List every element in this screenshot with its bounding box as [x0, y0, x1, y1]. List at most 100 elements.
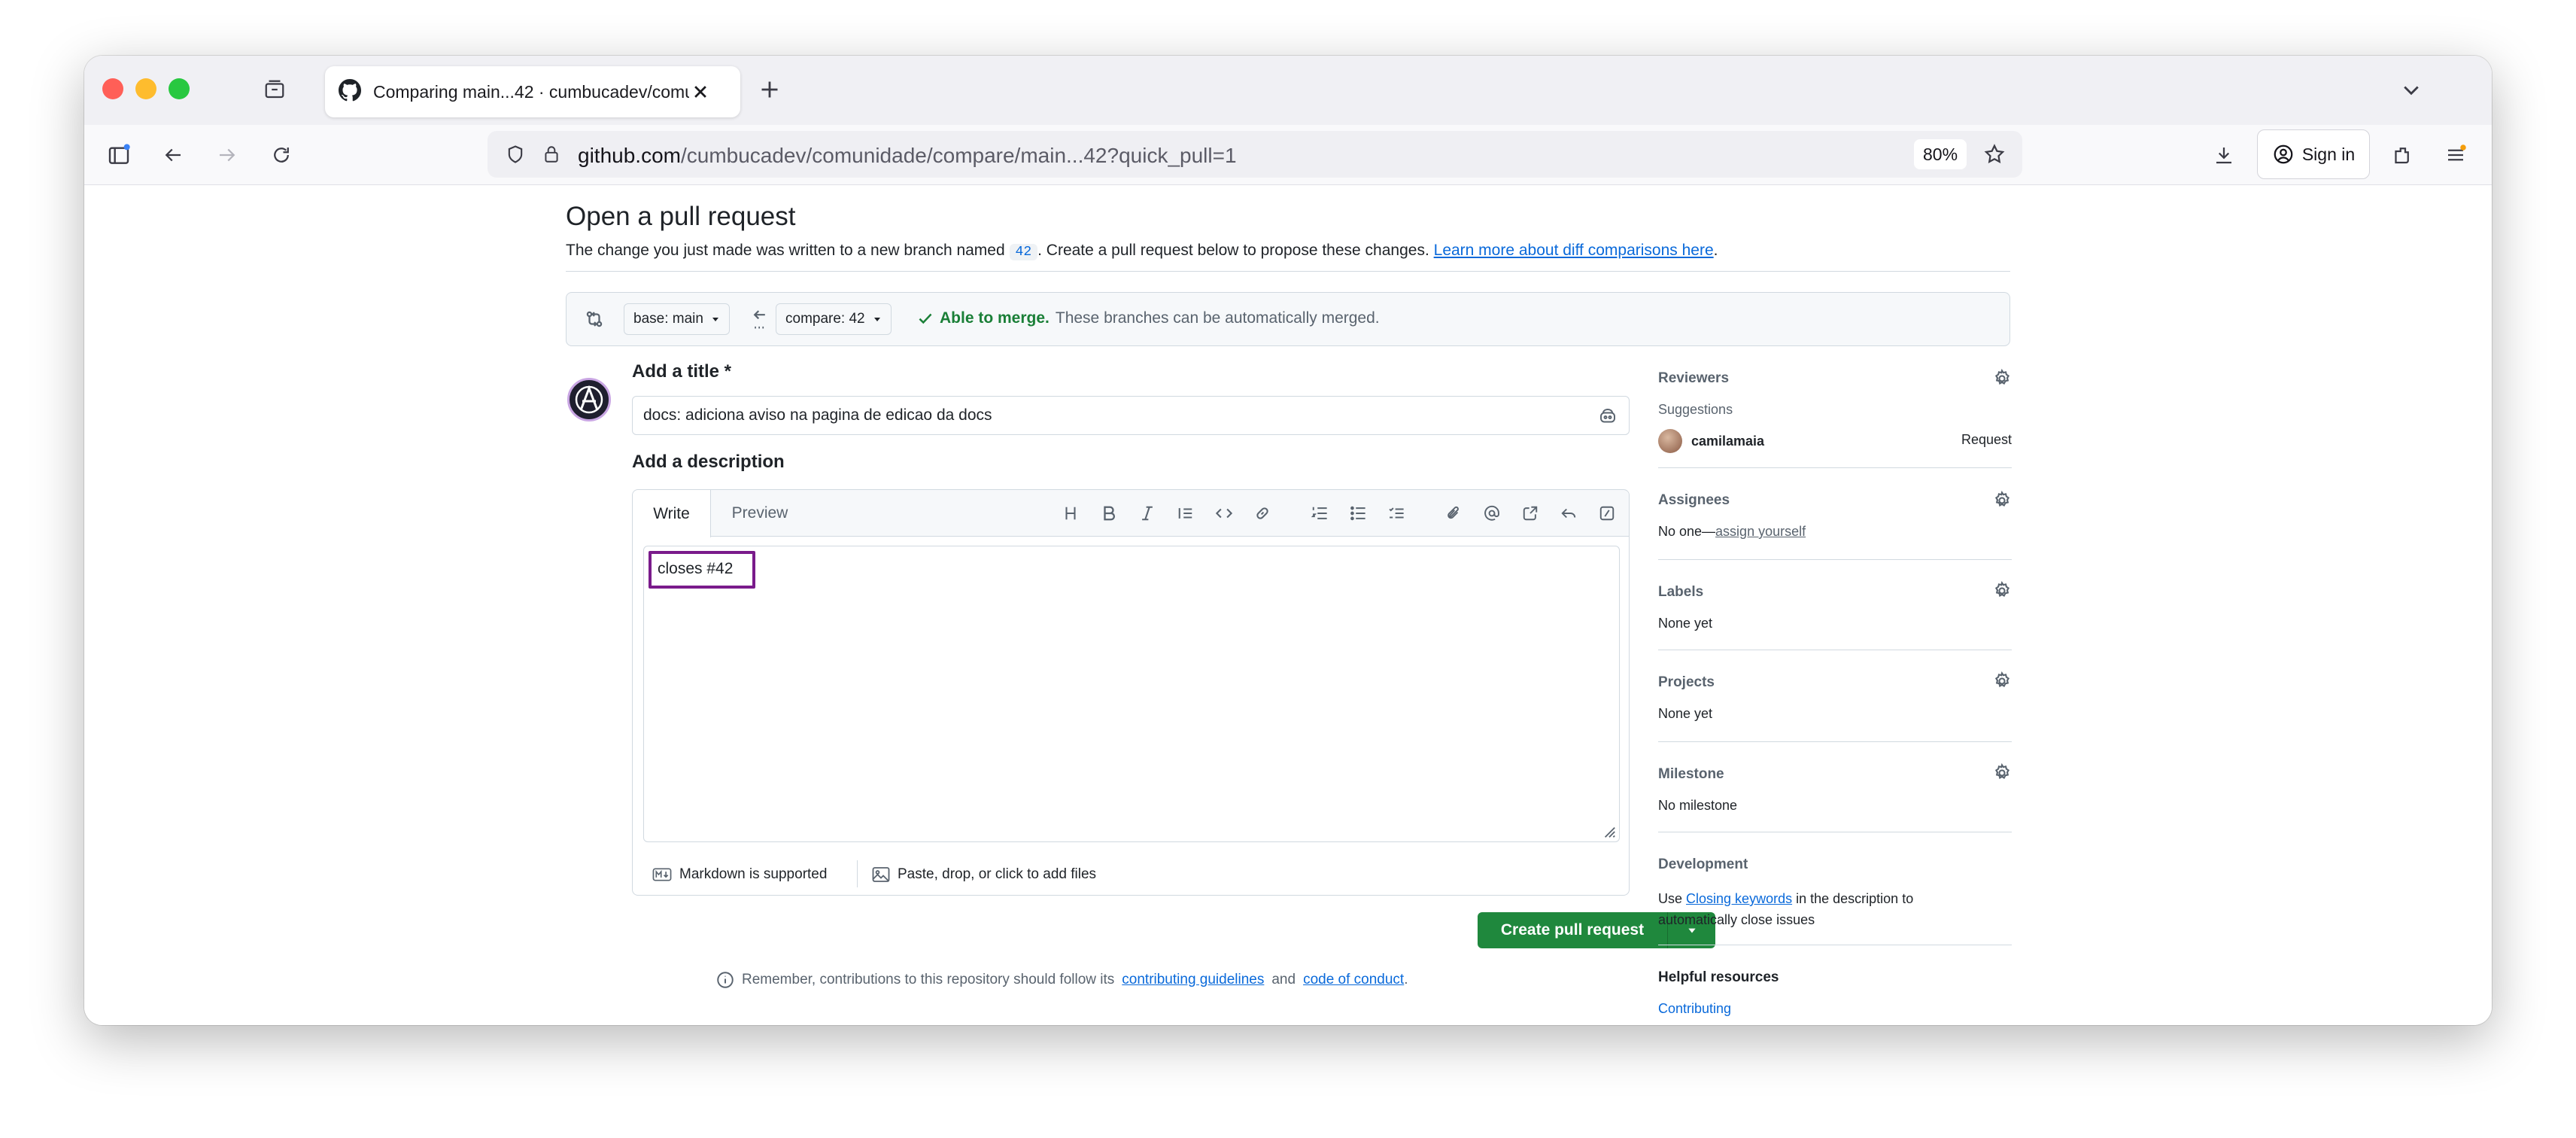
description-text: closes #42 [649, 551, 755, 589]
url-path: /cumbucadev/comunidade/compare/main...42… [680, 144, 1237, 167]
attach-files[interactable]: Paste, drop, or click to add files [872, 866, 1096, 883]
sidebar-icon[interactable] [105, 141, 132, 169]
back-arrow-icon[interactable] [159, 141, 187, 169]
minimize-window-button[interactable] [135, 78, 156, 99]
markdown-icon [652, 868, 672, 881]
new-tab-icon[interactable] [757, 77, 782, 102]
learn-more-link[interactable]: Learn more about diff comparisons here [1434, 242, 1714, 259]
development-title: Development [1658, 857, 1748, 872]
tab-write[interactable]: Write [633, 490, 711, 537]
reminder-end: . [1404, 972, 1408, 987]
subtitle-end: . [1713, 242, 1718, 259]
page-subtitle: The change you just made was written to … [566, 242, 1718, 260]
italic-icon[interactable] [1136, 502, 1159, 525]
caret-down-icon [873, 318, 880, 321]
compare-bar: base: main compare: 42 Able to merge. Th… [566, 292, 2010, 346]
close-tab-icon[interactable] [689, 81, 712, 103]
copilot-icon[interactable] [1597, 406, 1618, 427]
ordered-list-icon[interactable] [1308, 502, 1331, 525]
reviewers-title[interactable]: Reviewers [1658, 370, 1729, 387]
link-icon[interactable] [1251, 502, 1274, 525]
contribution-reminder: Remember, contributions to this reposito… [716, 971, 1408, 989]
downloads-icon[interactable] [2210, 141, 2237, 169]
tab-strip: Comparing main...42 · cumbucadev/comunid… [84, 56, 2492, 125]
merge-message: These branches can be automatically merg… [1055, 309, 1380, 327]
quote-icon[interactable] [1174, 502, 1197, 525]
lock-icon[interactable] [540, 143, 563, 166]
closing-keywords-link[interactable]: Closing keywords [1686, 891, 1792, 906]
sign-in-label: Sign in [2301, 144, 2356, 164]
code-of-conduct-link[interactable]: code of conduct [1303, 972, 1404, 988]
labels-title[interactable]: Labels [1658, 584, 1703, 601]
close-window-button[interactable] [102, 78, 123, 99]
sign-in-button[interactable]: Sign in [2257, 129, 2370, 179]
labels-gear-icon[interactable] [1992, 580, 2012, 605]
reply-icon[interactable] [1557, 502, 1580, 525]
bookmark-star-icon[interactable] [1982, 141, 2007, 167]
app-menu-icon[interactable] [2442, 141, 2469, 169]
attach-label: Paste, drop, or click to add files [898, 866, 1097, 882]
description-textarea[interactable]: closes #42 [643, 546, 1620, 842]
page-title: Open a pull request [566, 202, 796, 231]
description-editor: Write Preview closes #42 Markdown is sup… [632, 489, 1630, 896]
editor-toolbar: Write Preview [633, 490, 1629, 537]
list-tabs-chevron-icon[interactable] [2398, 77, 2424, 102]
mention-icon[interactable] [1481, 502, 1503, 525]
address-bar[interactable]: github.com/cumbucadev/comunidade/compare… [488, 131, 2022, 178]
resize-handle-icon[interactable] [1601, 823, 1618, 840]
reviewers-gear-icon[interactable] [1992, 368, 2012, 393]
anarchy-symbol-icon [575, 385, 603, 414]
task-list-icon[interactable] [1385, 502, 1408, 525]
milestone-title[interactable]: Milestone [1658, 766, 1724, 783]
zoom-level[interactable]: 80% [1914, 139, 1967, 169]
paperclip-icon[interactable] [1442, 502, 1465, 525]
title-input[interactable]: docs: adiciona aviso na pagina de edicao… [632, 396, 1630, 435]
assignees-title[interactable]: Assignees [1658, 492, 1730, 509]
reload-icon[interactable] [268, 141, 295, 169]
account-icon [2274, 145, 2293, 164]
bold-icon[interactable] [1098, 502, 1120, 525]
create-button-label: Create pull request [1500, 921, 1645, 939]
heading-icon[interactable] [1059, 502, 1082, 525]
milestone-value: No milestone [1658, 798, 1738, 813]
reminder-and: and [1271, 972, 1296, 987]
tab-overview-icon[interactable] [262, 77, 287, 102]
forward-arrow-icon[interactable] [214, 141, 241, 169]
compare-branch-select[interactable]: compare: 42 [776, 303, 892, 335]
base-branch-label: base: main [633, 311, 703, 327]
base-branch-select[interactable]: base: main [624, 303, 730, 335]
request-review-button[interactable]: Request [1961, 432, 2012, 448]
assignees-gear-icon[interactable] [1992, 490, 2012, 515]
editor-footer: Markdown is supported Paste, drop, or cl… [633, 850, 1629, 896]
tracking-shield-icon[interactable] [504, 143, 527, 166]
assignees-value: No one—assign yourself [1658, 524, 1806, 540]
code-icon[interactable] [1213, 502, 1235, 525]
reviewers-section: Reviewers Suggestions camilamaia Request [1658, 366, 2012, 468]
subtitle-text: The change you just made was written to … [566, 242, 1005, 259]
tab-preview[interactable]: Preview [711, 490, 809, 537]
projects-gear-icon[interactable] [1992, 671, 2012, 695]
development-section: Development Use Closing keywords in the … [1658, 832, 2012, 945]
reviewer-avatar [1658, 429, 1682, 453]
divider [566, 271, 2010, 272]
contributing-link[interactable]: Contributing [1658, 1001, 1731, 1017]
markdown-support[interactable]: Markdown is supported [652, 866, 827, 883]
tab-title: Comparing main...42 · cumbucadev/comunid… [373, 81, 689, 102]
url-text[interactable]: github.com/cumbucadev/comunidade/compare… [578, 144, 1237, 168]
assignees-none: No one— [1658, 524, 1716, 539]
unordered-list-icon[interactable] [1347, 502, 1369, 525]
slash-commands-icon[interactable] [1596, 502, 1618, 525]
navigation-toolbar: github.com/cumbucadev/comunidade/compare… [84, 125, 2492, 185]
projects-title[interactable]: Projects [1658, 674, 1715, 691]
cross-reference-icon[interactable] [1519, 502, 1542, 525]
image-icon [872, 867, 890, 882]
assign-yourself-link[interactable]: assign yourself [1715, 524, 1806, 539]
milestone-gear-icon[interactable] [1992, 762, 2012, 787]
extensions-icon[interactable] [2388, 141, 2415, 169]
zoom-window-button[interactable] [169, 78, 190, 99]
dev-text-1: Use [1658, 891, 1683, 906]
contributing-guidelines-link[interactable]: contributing guidelines [1122, 972, 1264, 988]
assignees-section: Assignees No one—assign yourself [1658, 468, 2012, 560]
browser-tab-active[interactable]: Comparing main...42 · cumbucadev/comunid… [325, 66, 740, 117]
milestone-section: Milestone No milestone [1658, 742, 2012, 832]
